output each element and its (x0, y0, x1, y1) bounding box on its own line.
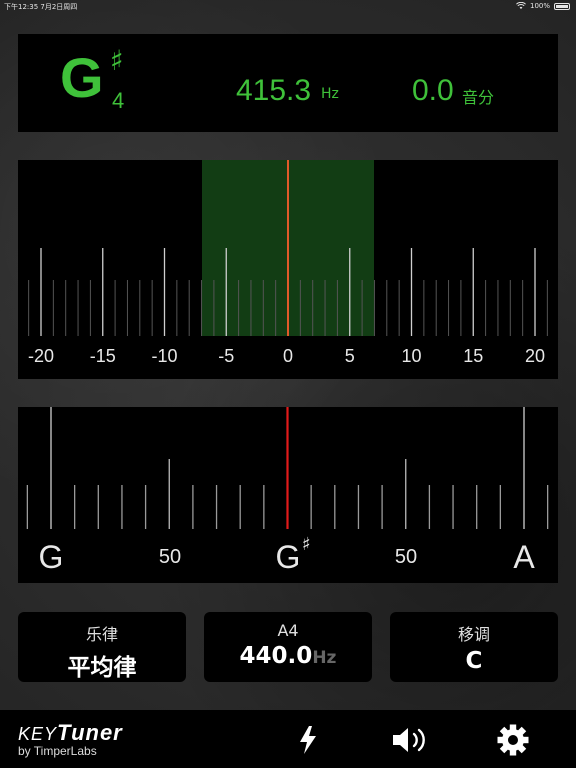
temperament-value: 平均律 (67, 655, 137, 681)
gear-hole (508, 735, 518, 745)
fine-tick-label: 5 (344, 346, 355, 366)
left-cents-label: 50 (158, 546, 182, 568)
reference-pitch-card[interactable]: A4 440.0Hz (204, 612, 372, 682)
center-note-label: G (275, 539, 301, 575)
flash-button[interactable] (288, 720, 328, 760)
gear-icon (497, 724, 529, 756)
transpose-card[interactable]: 移调 C (390, 612, 558, 682)
fine-cents-meter: -20 -15 -10 -5 0 5 10 15 20 (18, 160, 558, 379)
fine-tick-label: -15 (89, 346, 116, 366)
reference-value: 440.0 (239, 643, 313, 669)
flash-icon (300, 726, 316, 754)
cents-unit: 音分 (462, 88, 495, 107)
temperament-card[interactable]: 乐律 平均律 (18, 612, 186, 682)
speaker-icon (393, 728, 425, 752)
fine-tick-label: 0 (282, 346, 294, 366)
fine-tick-label: 15 (463, 346, 484, 366)
transpose-value: C (465, 648, 483, 674)
battery-icon (554, 2, 570, 10)
right-note-label: A (513, 539, 535, 575)
status-time-date: 下午12:35 7月2日周四 (4, 3, 78, 11)
bottom-bar: KEYTuner by TimperLabs (0, 710, 576, 768)
center-note-accidental: ♯ (302, 534, 311, 555)
note-meter: G 50 G ♯ 50 A (18, 407, 558, 583)
readout-panel: G ♯ 4 415.3 Hz 0.0 音分 (18, 34, 558, 132)
note-name: G (60, 46, 104, 109)
transpose-heading: 移调 (457, 625, 490, 644)
reference-heading: A4 (277, 621, 299, 640)
battery-percent: 100% (529, 2, 550, 10)
settings-button[interactable] (493, 720, 533, 760)
cents-value: 0.0 (412, 74, 454, 107)
brand-key: KEY (18, 724, 58, 744)
left-note-label: G (38, 539, 64, 575)
note-accidental: ♯ (110, 44, 124, 77)
brand-tuner: Tuner (57, 720, 123, 745)
fine-tick-label: 20 (524, 346, 546, 366)
wifi-icon (516, 2, 526, 9)
fine-tick-label: -10 (151, 346, 178, 366)
right-cents-label: 50 (394, 546, 418, 568)
fine-tick-label: -5 (218, 346, 235, 366)
status-bar: 下午12:35 7月2日周四 100% (0, 0, 576, 14)
frequency-unit: Hz (321, 86, 339, 102)
status-right: 100% (516, 2, 570, 10)
fine-tick-label: -20 (27, 346, 55, 366)
frequency-value: 415.3 (236, 74, 312, 107)
brand-byline: by TimperLabs (18, 744, 97, 758)
fine-tick-label: 10 (401, 346, 422, 366)
note-octave: 4 (112, 88, 125, 113)
sound-button[interactable] (390, 720, 430, 760)
temperament-heading: 乐律 (85, 625, 118, 644)
reference-value-line: 440.0Hz (204, 643, 372, 669)
brand-logo: KEYTuner (18, 720, 123, 746)
reference-unit: Hz (312, 648, 337, 668)
